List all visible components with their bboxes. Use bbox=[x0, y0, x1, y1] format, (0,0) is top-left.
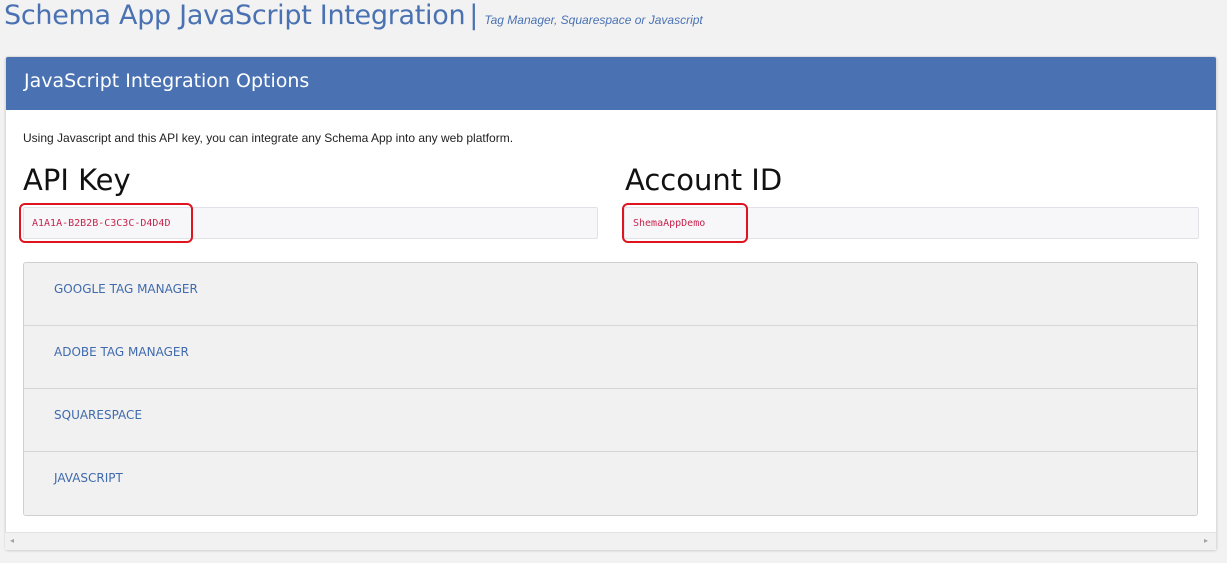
accordion-item-label[interactable]: JAVASCRIPT bbox=[54, 471, 123, 485]
page-header: Schema App JavaScript Integration | Tag Ma… bbox=[4, 0, 703, 36]
intro-text: Using Javascript and this API key, you c… bbox=[23, 131, 514, 145]
account-id-highlight bbox=[622, 203, 748, 243]
api-key-highlight bbox=[19, 203, 193, 243]
accordion-item-squarespace[interactable]: SQUARESPACE bbox=[24, 389, 1197, 452]
integration-accordion: GOOGLE TAG MANAGER ADOBE TAG MANAGER SQU… bbox=[23, 262, 1198, 516]
accordion-item-label[interactable]: ADOBE TAG MANAGER bbox=[54, 345, 189, 359]
account-id-label: Account ID bbox=[625, 163, 783, 197]
title-separator: | bbox=[469, 0, 479, 31]
accordion-item-javascript[interactable]: JAVASCRIPT bbox=[24, 452, 1197, 515]
page-subtitle: Tag Manager, Squarespace or Javascript bbox=[484, 13, 703, 27]
panel-heading: JavaScript Integration Options bbox=[6, 57, 1216, 110]
horizontal-scrollbar[interactable]: ◂ ▸ bbox=[5, 532, 1216, 550]
accordion-item-label[interactable]: SQUARESPACE bbox=[54, 408, 142, 422]
api-key-label: API Key bbox=[23, 163, 131, 197]
page-title: Schema App JavaScript Integration bbox=[4, 0, 466, 31]
accordion-item-label[interactable]: GOOGLE TAG MANAGER bbox=[54, 282, 198, 296]
accordion-item-google-tag-manager[interactable]: GOOGLE TAG MANAGER bbox=[24, 263, 1197, 326]
integration-options-panel: JavaScript Integration Options Using Jav… bbox=[5, 56, 1217, 550]
scroll-right-icon[interactable]: ▸ bbox=[1204, 536, 1208, 546]
accordion-item-adobe-tag-manager[interactable]: ADOBE TAG MANAGER bbox=[24, 326, 1197, 389]
panel-title: JavaScript Integration Options bbox=[24, 70, 310, 92]
scroll-left-icon[interactable]: ◂ bbox=[10, 536, 14, 546]
